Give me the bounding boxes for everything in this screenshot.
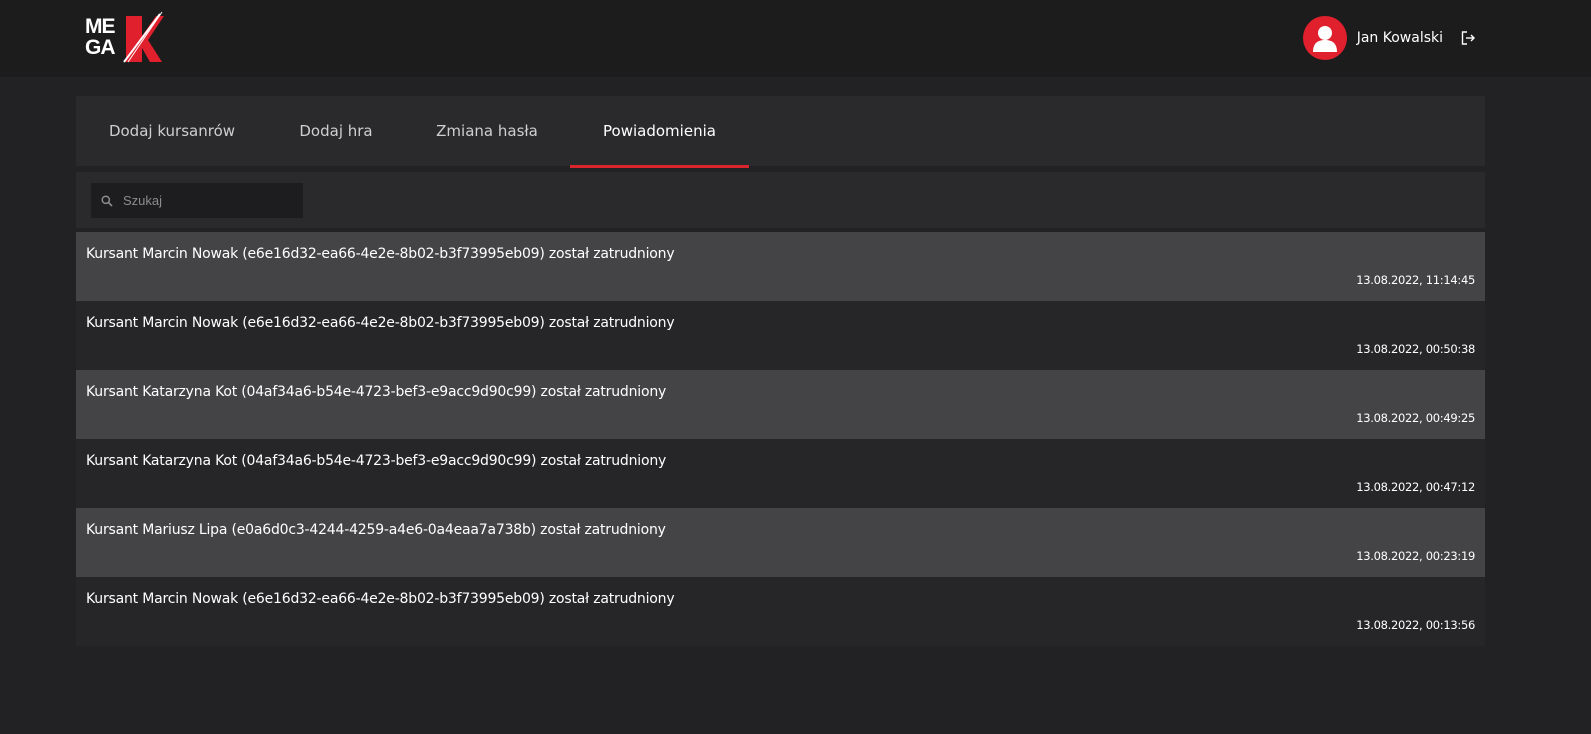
notification-item[interactable]: Kursant Marcin Nowak (e6e16d32-ea66-4e2e… — [76, 577, 1485, 646]
tab-label: Powiadomienia — [603, 122, 716, 140]
user-name: Jan Kowalski — [1356, 30, 1443, 46]
search-input[interactable] — [123, 193, 293, 208]
search-box[interactable] — [91, 183, 303, 218]
notification-time: 13.08.2022, 00:23:19 — [1356, 549, 1475, 563]
notification-message: Kursant Mariusz Lipa (e0a6d0c3-4244-4259… — [86, 522, 666, 538]
tab-label: Zmiana hasła — [436, 122, 538, 140]
tab-change-password[interactable]: Zmiana hasła — [404, 96, 570, 166]
notification-time: 13.08.2022, 00:47:12 — [1356, 480, 1475, 494]
user-menu: Jan Kowalski — [1302, 16, 1477, 60]
tab-label: Dodaj kursanrów — [108, 122, 236, 140]
notification-time: 13.08.2022, 00:13:56 — [1356, 618, 1475, 632]
notification-message: Kursant Marcin Nowak (e6e16d32-ea66-4e2e… — [86, 591, 675, 607]
notification-list: Kursant Marcin Nowak (e6e16d32-ea66-4e2e… — [76, 232, 1485, 646]
tabs-bar: Dodaj kursanrów Dodaj hra Zmiana hasła P… — [76, 96, 1485, 168]
notification-item[interactable]: Kursant Marcin Nowak (e6e16d32-ea66-4e2e… — [76, 301, 1485, 370]
logout-icon — [1461, 31, 1475, 45]
notification-item[interactable]: Kursant Katarzyna Kot (04af34a6-b54e-472… — [76, 439, 1485, 508]
notification-message: Kursant Marcin Nowak (e6e16d32-ea66-4e2e… — [86, 315, 675, 331]
notification-item[interactable]: Kursant Marcin Nowak (e6e16d32-ea66-4e2e… — [76, 232, 1485, 301]
notification-time: 13.08.2022, 00:50:38 — [1356, 342, 1475, 356]
logo[interactable]: ME GA — [84, 10, 164, 66]
notification-time: 13.08.2022, 11:14:45 — [1356, 273, 1475, 287]
search-bar — [76, 172, 1485, 228]
search-icon — [101, 194, 113, 207]
notification-time: 13.08.2022, 00:49:25 — [1356, 411, 1475, 425]
user-icon — [1312, 26, 1337, 52]
notification-message: Kursant Katarzyna Kot (04af34a6-b54e-472… — [86, 453, 667, 469]
user-avatar[interactable] — [1302, 16, 1347, 60]
tab-add-students[interactable]: Dodaj kursanrów — [76, 96, 268, 166]
top-bar: ME GA Jan Kowalski — [0, 0, 1591, 77]
notification-item[interactable]: Kursant Katarzyna Kot (04af34a6-b54e-472… — [76, 370, 1485, 439]
tab-notifications[interactable]: Powiadomienia — [570, 96, 749, 168]
notification-message: Kursant Katarzyna Kot (04af34a6-b54e-472… — [86, 384, 667, 400]
logout-button[interactable] — [1461, 30, 1477, 46]
logo-text-line2: GA — [85, 36, 115, 59]
tab-add-hr[interactable]: Dodaj hra — [268, 96, 404, 166]
logo-text-line1: ME — [85, 15, 115, 38]
notification-message: Kursant Marcin Nowak (e6e16d32-ea66-4e2e… — [86, 246, 675, 262]
notification-item[interactable]: Kursant Mariusz Lipa (e0a6d0c3-4244-4259… — [76, 508, 1485, 577]
tab-label: Dodaj hra — [299, 122, 373, 140]
